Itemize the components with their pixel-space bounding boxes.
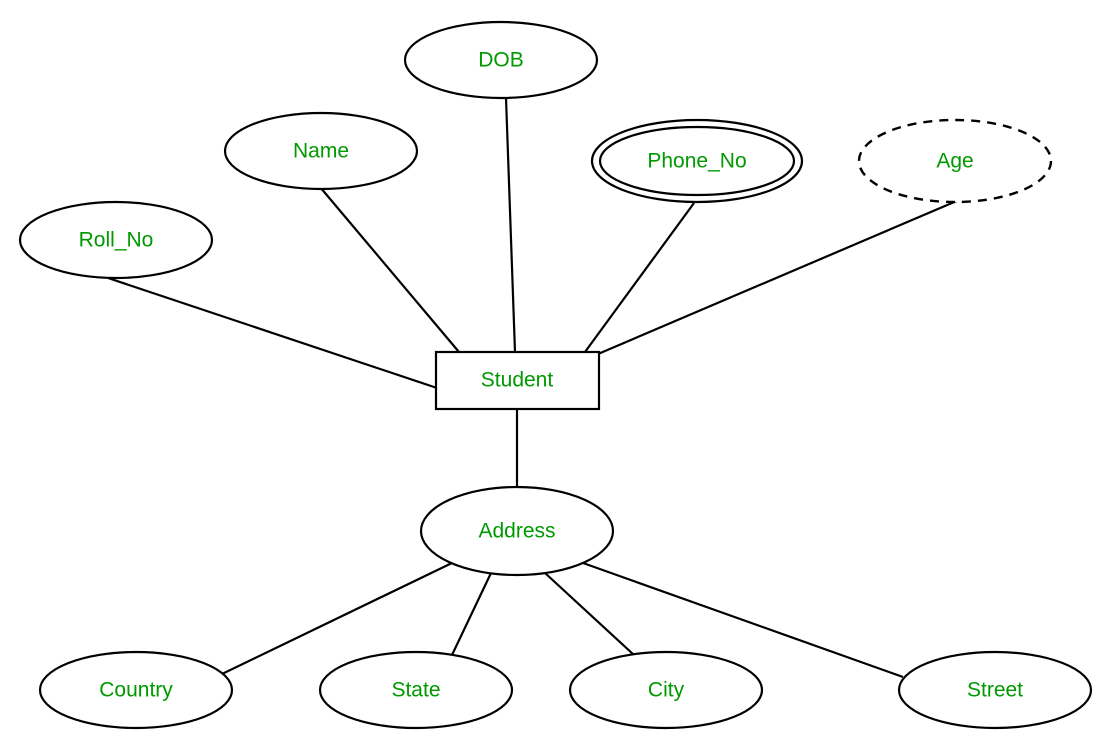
- node-address[interactable]: Address: [419, 485, 615, 577]
- node-dob[interactable]: DOB: [403, 20, 599, 100]
- connector-phone-no-student: [584, 202, 695, 353]
- node-roll-no[interactable]: Roll_No: [18, 200, 214, 280]
- name-label: Name: [293, 140, 349, 163]
- country-label: Country: [99, 679, 173, 702]
- node-street[interactable]: Street: [897, 650, 1093, 730]
- node-state[interactable]: State: [318, 650, 514, 730]
- connector-roll-no-student: [107, 276, 438, 390]
- dob-label: DOB: [478, 49, 524, 72]
- connector-address-city: [544, 572, 635, 656]
- connector-address-state: [451, 572, 492, 656]
- student-label: Student: [481, 369, 554, 392]
- connector-age-student: [597, 198, 960, 356]
- er-diagram-svg: Roll_No Name DOB Phone_No Age Student Ad…: [18, 20, 1093, 730]
- street-label: Street: [967, 679, 1023, 702]
- node-country[interactable]: Country: [38, 650, 234, 730]
- connector-name-student: [319, 186, 460, 353]
- phone-no-label: Phone_No: [647, 150, 746, 173]
- connector-dob-student: [504, 97, 517, 353]
- state-label: State: [391, 679, 440, 702]
- node-student[interactable]: Student: [434, 350, 601, 411]
- node-phone-no[interactable]: Phone_No: [590, 118, 804, 204]
- er-diagram-canvas: Roll_No Name DOB Phone_No Age Student Ad…: [0, 0, 1112, 753]
- node-age[interactable]: Age: [857, 118, 1053, 204]
- age-label: Age: [936, 150, 973, 173]
- node-name[interactable]: Name: [223, 111, 419, 191]
- node-city[interactable]: City: [568, 650, 764, 730]
- address-label: Address: [478, 520, 555, 543]
- city-label: City: [648, 679, 685, 702]
- roll-no-label: Roll_No: [79, 229, 154, 252]
